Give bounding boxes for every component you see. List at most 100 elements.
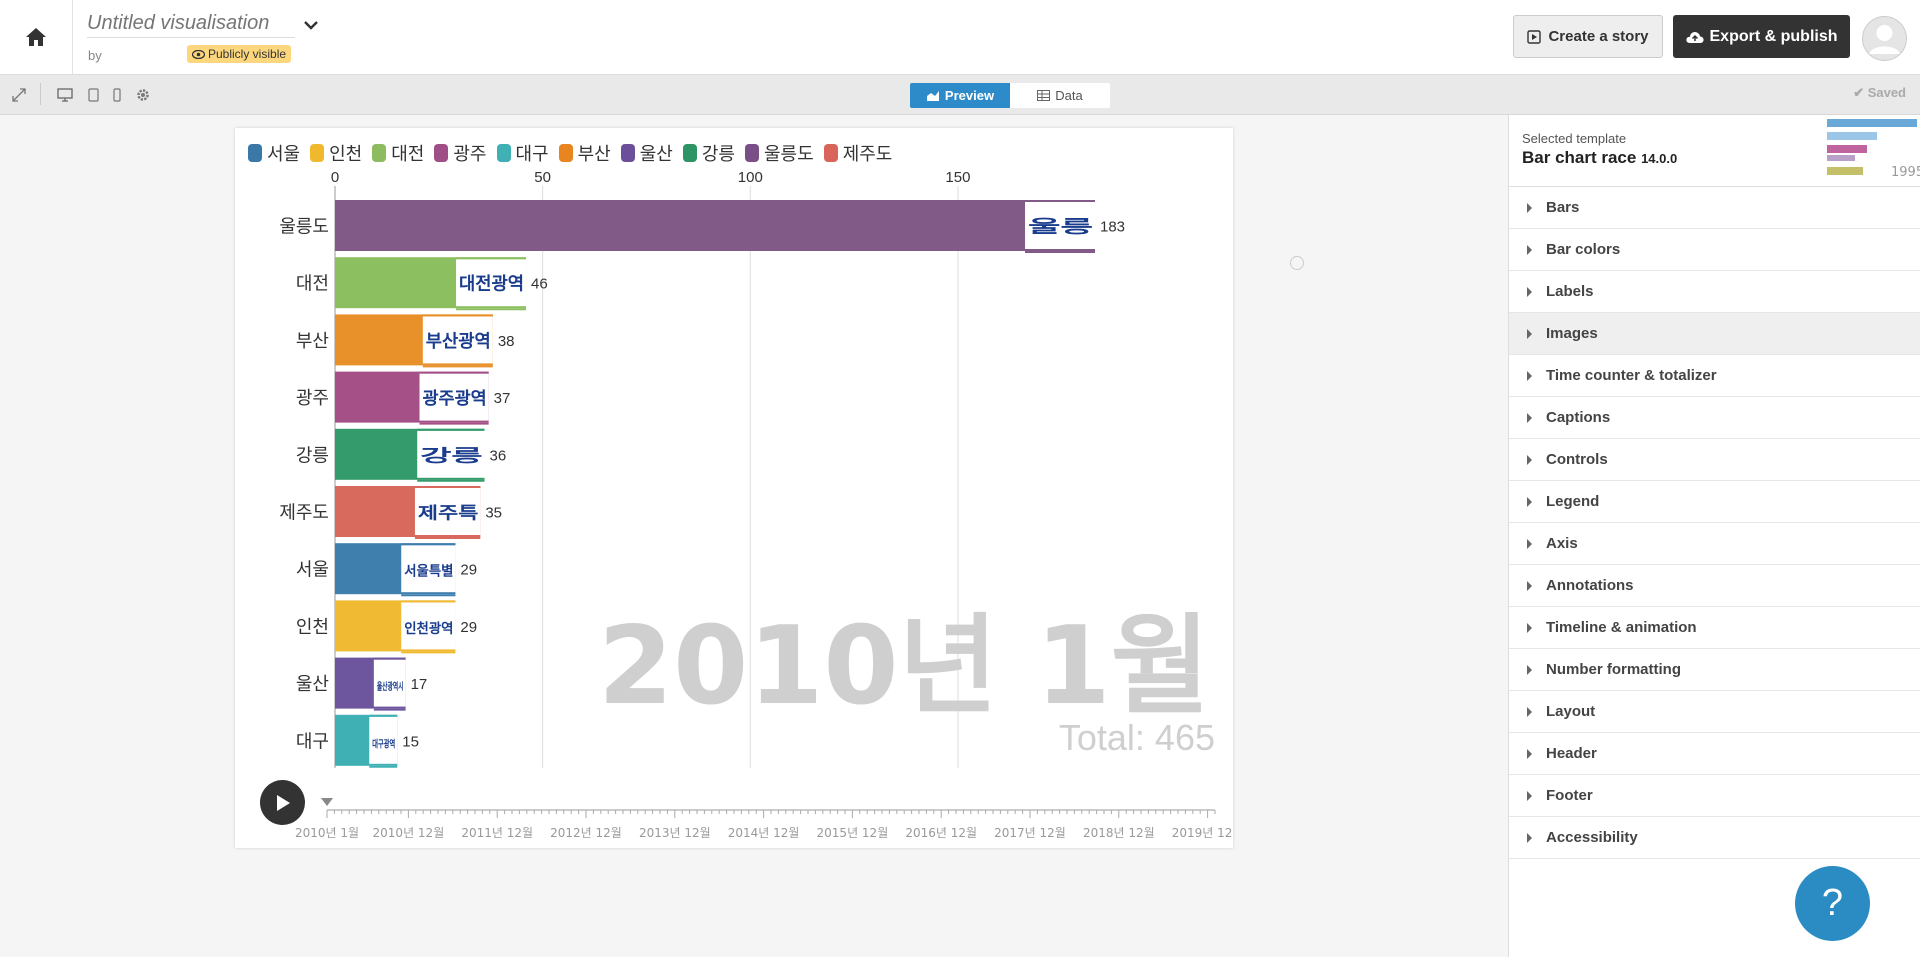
legend-item[interactable]: 울릉도: [745, 140, 814, 166]
tablet-icon[interactable]: [88, 87, 99, 106]
create-story-button[interactable]: Create a story: [1513, 15, 1663, 58]
export-publish-label: Export & publish: [1709, 27, 1838, 45]
legend-item[interactable]: 울산: [620, 140, 673, 166]
legend-item[interactable]: 대구: [496, 140, 549, 166]
section-axis[interactable]: Axis: [1509, 523, 1920, 565]
bar-image-text: 광주광역: [423, 389, 487, 409]
story-icon: [1527, 29, 1542, 44]
template-header[interactable]: Selected template Bar chart race 14.0.0 …: [1509, 115, 1920, 187]
timeline-label: 2013년 12월: [639, 826, 711, 840]
section-footer[interactable]: Footer: [1509, 775, 1920, 817]
help-button[interactable]: ?: [1795, 866, 1870, 941]
legend-label: 울릉도: [764, 144, 814, 165]
section-label: Captions: [1546, 409, 1611, 426]
category-label: 부산: [296, 331, 329, 352]
legend-label: 부산: [577, 144, 611, 165]
cloud-upload-icon: [1685, 31, 1704, 43]
section-legend[interactable]: Legend: [1509, 481, 1920, 523]
legend-swatch: [823, 144, 838, 162]
caret-right-icon: [1527, 286, 1532, 297]
legend-label: 강릉: [701, 144, 735, 165]
value-label: 35: [485, 505, 502, 522]
legend-item[interactable]: 서울: [248, 140, 300, 166]
tab-preview-label: Preview: [944, 88, 995, 103]
section-label: Axis: [1546, 535, 1578, 552]
bar-chart: 0 50 100 1502010년 1월Total: 465울릉울릉도 183대전광역대…: [279, 169, 1215, 768]
caret-right-icon: [1527, 706, 1532, 717]
saved-status: ✔ Saved: [1853, 85, 1906, 100]
section-images[interactable]: Images: [1509, 313, 1920, 355]
legend-item[interactable]: 광주: [434, 140, 487, 166]
legend-item[interactable]: 대전: [372, 140, 424, 166]
section-label: Bar colors: [1546, 241, 1621, 258]
timeline-handle[interactable]: [321, 798, 333, 806]
expand-icon[interactable]: [12, 87, 26, 106]
section-timeline-animation[interactable]: Timeline & animation: [1509, 607, 1920, 649]
section-number-formatting[interactable]: Number formatting: [1509, 649, 1920, 691]
value-label: 46: [531, 276, 548, 293]
value-label: 15: [402, 733, 419, 750]
section-bar-colors[interactable]: Bar colors: [1509, 229, 1920, 271]
total-counter: Total: 465: [1059, 717, 1215, 758]
export-publish-button[interactable]: Export & publish: [1673, 15, 1850, 58]
title-input[interactable]: [87, 10, 295, 38]
timeline[interactable]: 2010년 1월 2010년 12월 2011년 12월 2012년 12월 2013년…: [235, 788, 1233, 848]
value-label: 29: [460, 619, 477, 636]
section-time-counter-totalizer[interactable]: Time counter & totalizer: [1509, 355, 1920, 397]
legend-item[interactable]: 제주도: [823, 140, 892, 166]
legend-item[interactable]: 강릉: [682, 140, 735, 166]
tab-data-label: Data: [1055, 88, 1083, 103]
section-label: Footer: [1546, 787, 1593, 804]
section-labels[interactable]: Labels: [1509, 271, 1920, 313]
x-tick-label: 150: [945, 169, 970, 186]
area-chart-icon: [926, 90, 939, 101]
bar-image-text: 인천광역: [404, 620, 453, 637]
legend-label: 대구: [515, 144, 549, 165]
category-label: 인천: [296, 617, 329, 638]
category-label: 제주도: [279, 503, 329, 524]
category-label: 대전: [296, 274, 329, 295]
section-bars[interactable]: Bars: [1509, 187, 1920, 229]
desktop-icon[interactable]: [57, 87, 73, 106]
mobile-icon[interactable]: [113, 87, 121, 106]
category-label: 서울: [296, 560, 329, 581]
home-icon: [26, 28, 46, 46]
legend-swatch: [682, 144, 697, 162]
section-controls[interactable]: Controls: [1509, 439, 1920, 481]
legend-label: 대전: [391, 144, 425, 165]
tab-preview[interactable]: Preview: [910, 83, 1010, 108]
timeline-label: 2014년 12월: [728, 826, 800, 840]
caret-right-icon: [1527, 832, 1532, 843]
timeline-label: 2019년 12월: [1172, 826, 1233, 840]
legend-item[interactable]: 인천: [310, 140, 362, 166]
timeline-label: 2010년 12월: [373, 826, 445, 840]
gear-icon[interactable]: [136, 87, 150, 106]
chevron-down-icon[interactable]: [303, 16, 319, 35]
value-label: 37: [494, 390, 511, 407]
template-thumbnail: 1995: [1827, 117, 1920, 183]
value-label: 36: [490, 447, 507, 464]
bar: [335, 200, 1095, 251]
visibility-badge[interactable]: Publicly visible: [187, 45, 292, 63]
legend-swatch: [558, 144, 573, 162]
home-button[interactable]: [0, 0, 73, 74]
section-annotations[interactable]: Annotations: [1509, 565, 1920, 607]
settings-panel: Selected template Bar chart race 14.0.0 …: [1508, 115, 1920, 957]
avatar[interactable]: [1862, 16, 1907, 61]
legend-item[interactable]: 부산: [558, 140, 611, 166]
x-tick-label: 0: [331, 169, 339, 186]
timeline-label: 2010년 1월: [295, 826, 359, 840]
section-accessibility[interactable]: Accessibility: [1509, 817, 1920, 859]
legend-label: 광주: [453, 144, 487, 165]
section-captions[interactable]: Captions: [1509, 397, 1920, 439]
timeline-label: 2016년 12월: [905, 826, 977, 840]
top-bar: by Publicly visible Create a story Expor…: [0, 0, 1920, 75]
category-label: 울릉도: [279, 217, 329, 238]
section-header[interactable]: Header: [1509, 733, 1920, 775]
tab-data[interactable]: Data: [1010, 83, 1110, 108]
accordion: Bars Bar colors Labels Images Time counter &…: [1509, 187, 1920, 859]
template-thumb-year: 1995: [1891, 165, 1920, 180]
section-label: Accessibility: [1546, 829, 1638, 846]
section-label: Bars: [1546, 199, 1580, 216]
section-layout[interactable]: Layout: [1509, 691, 1920, 733]
